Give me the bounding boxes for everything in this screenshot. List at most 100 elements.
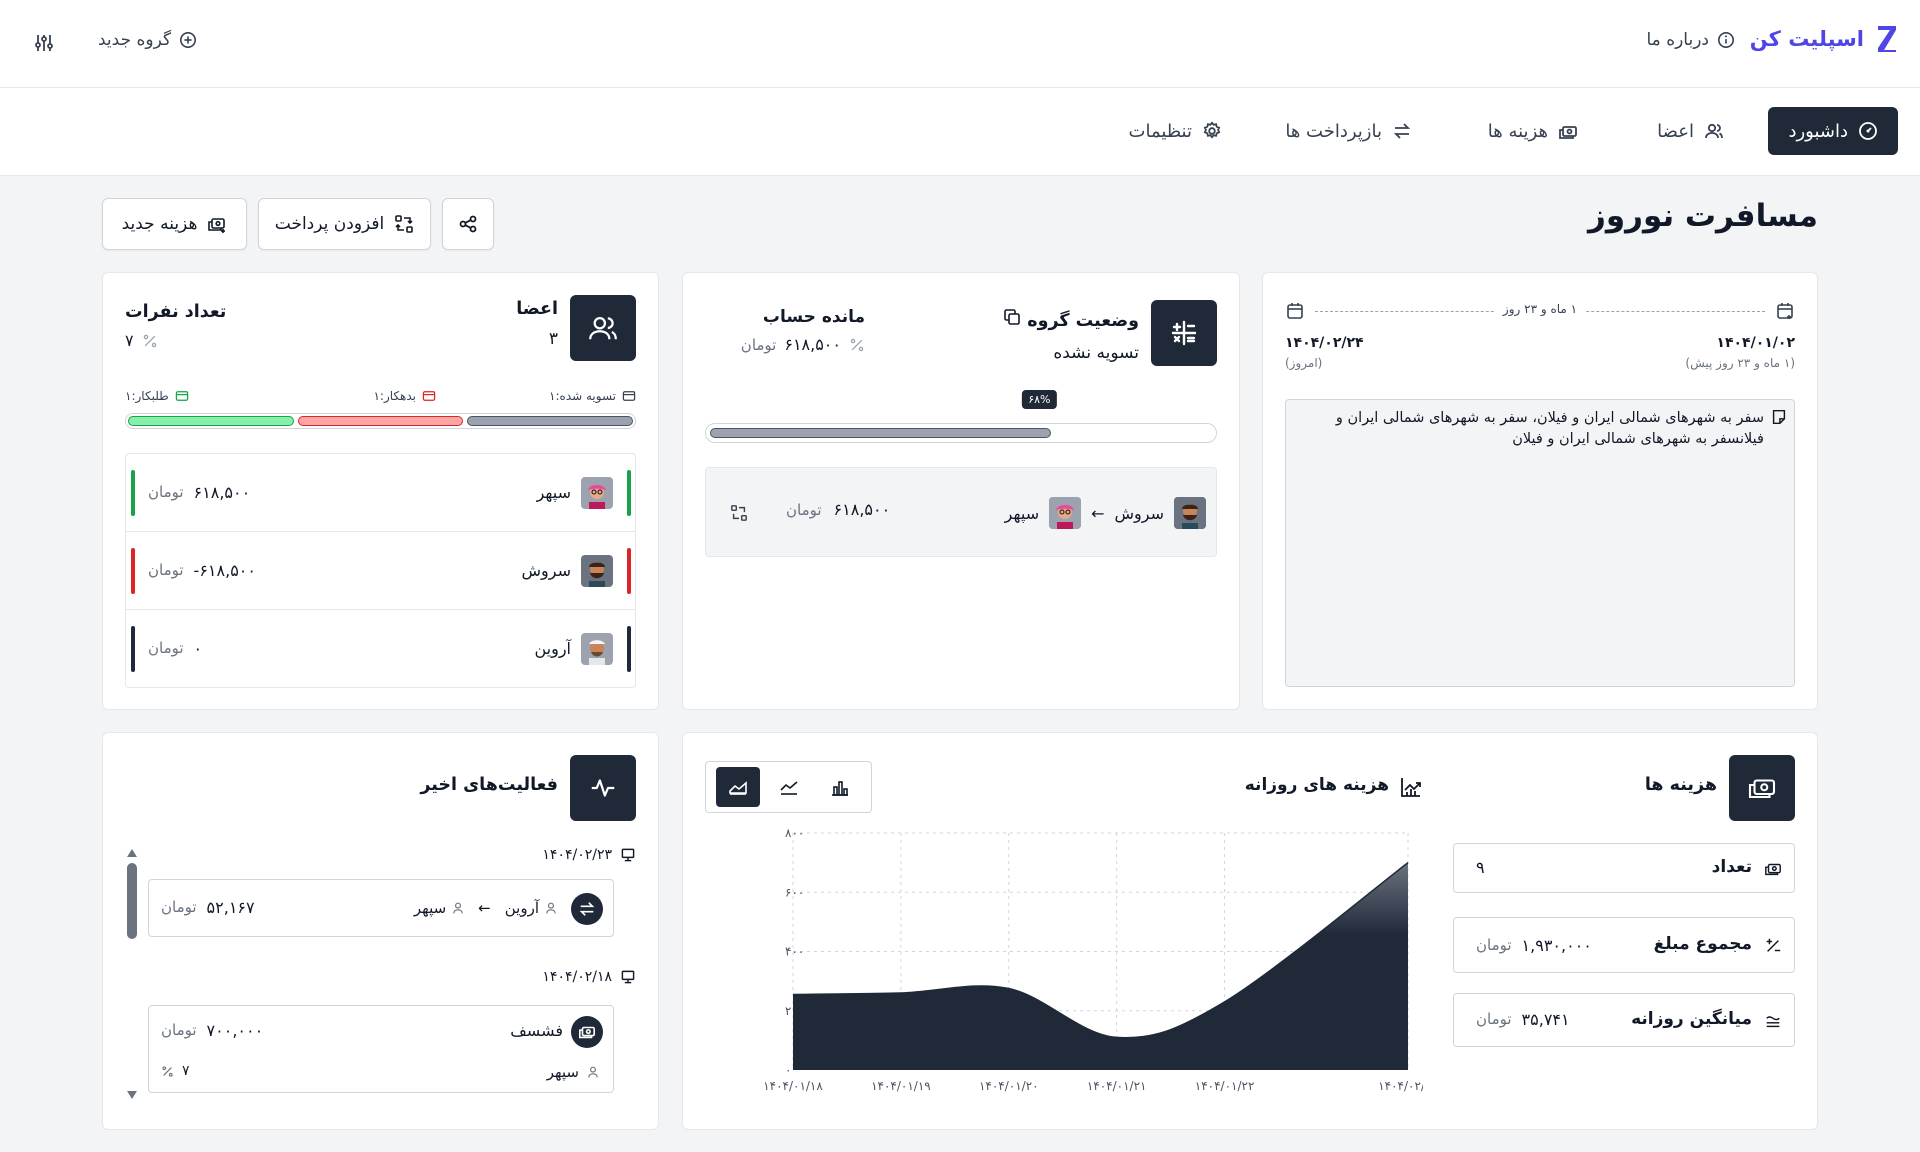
share-icon (459, 215, 477, 233)
scroll-thumb[interactable] (127, 863, 137, 939)
member-amount: -۶۱۸,۵۰۰ (193, 561, 256, 580)
activity-amount: ۵۲,۱۶۷ (206, 898, 255, 917)
add-payment-button[interactable]: افزودن پرداخت (258, 198, 431, 250)
settle-progress-bar: ۶۸% (705, 390, 1217, 443)
approx-icon (1766, 1016, 1780, 1028)
creditor-legend: طلبکار:۱ (125, 389, 189, 403)
count-label: تعداد (1711, 857, 1752, 877)
add-payment-label: افزودن پرداخت (274, 214, 385, 234)
tab-expenses[interactable]: هزینه ها (1468, 107, 1598, 155)
member-list: سپهر تومان ۶۱۸,۵۰۰ سروش تومان -۶۱۸,۵۰۰ آ… (125, 453, 636, 688)
repayment-badge (571, 893, 603, 925)
scroll-down-arrow[interactable] (127, 1091, 137, 1099)
expenses-title: هزینه ها (1644, 775, 1717, 795)
settle-transfer-icon[interactable] (730, 504, 748, 522)
member-status-bar-left (131, 470, 135, 516)
about-link[interactable]: درباره ما (1647, 30, 1736, 50)
expenses-card: هزینه ها تعداد ۹ مجموع مبلغ تومان ۱,۹۳۰,… (682, 732, 1818, 1130)
user-icon (546, 902, 556, 914)
activity-payer: سپهر (546, 1063, 579, 1081)
new-expense-button[interactable]: هزینه جدید (102, 198, 247, 250)
member-currency: تومان (148, 483, 184, 501)
filter-settings-button[interactable] (34, 33, 54, 57)
activity-item[interactable]: آروین ← سپهر تومان ۵۲,۱۶۷ (148, 879, 614, 937)
member-status-bar-left (131, 548, 135, 594)
settled-segment (467, 416, 633, 426)
activity-item[interactable]: فشسف تومان ۷۰۰,۰۰۰ سپهر ۷ (148, 1005, 614, 1093)
debtor-segment (297, 416, 464, 426)
list-item[interactable]: سروش تومان -۶۱۸,۵۰۰ (126, 532, 635, 610)
cash-tile-icon (1748, 779, 1776, 799)
avatar-to (1049, 497, 1082, 529)
creditor-segment (127, 416, 294, 426)
creditor-count: طلبکار:۱ (125, 389, 169, 403)
share-button[interactable] (442, 198, 494, 250)
member-name: سپهر (536, 483, 571, 502)
activity-currency: تومان (161, 898, 197, 916)
member-status-bar (627, 626, 631, 672)
total-label: مجموع مبلغ (1653, 934, 1752, 954)
activity-tile (570, 755, 636, 821)
expenses-tile (1729, 755, 1795, 821)
list-item[interactable]: آروین تومان ۰ (126, 610, 635, 687)
logo-icon (1878, 26, 1896, 52)
status-label: وضعیت گروه (1027, 311, 1139, 331)
activity-card: فعالیت‌های اخیر ۱۴۰۴/۰۲/۲۳ آروین ← سپهر … (102, 732, 659, 1130)
settlement-currency: تومان (786, 500, 822, 519)
brand-name: اسپلیت کن (1749, 27, 1864, 51)
settlement-from: سروش (1114, 503, 1165, 523)
tab-dashboard[interactable]: داشبورد (1768, 107, 1898, 155)
chart-type-area[interactable] (715, 767, 760, 807)
activity-date: ۱۴۰۴/۰۲/۲۳ (542, 847, 636, 863)
member-amount: ۶۱۸,۵۰۰ (193, 483, 251, 502)
users-tile-icon (589, 316, 617, 340)
page-title: مسافرت نوروز (1588, 198, 1818, 234)
start-date-block: ۱۴۰۴/۰۱/۰۲ (۱ ماه و ۲۳ روز پیش) (1685, 335, 1795, 370)
copy-icon[interactable] (1002, 307, 1022, 327)
about-label: درباره ما (1646, 30, 1710, 50)
percent-icon (850, 338, 864, 351)
y-tick-label: ۸۰۰ (785, 826, 804, 840)
settled-count: تسویه شده:۱ (549, 389, 616, 403)
avatar-from (1174, 497, 1206, 529)
x-tick-label: ۱۴۰۴/۰۱/۲۱ (1087, 1079, 1147, 1093)
transfer-icon (395, 215, 414, 233)
activity-scrollbar[interactable] (127, 849, 137, 1099)
chart-type-line[interactable] (767, 767, 811, 807)
activity-date-text: ۱۴۰۴/۰۲/۱۸ (542, 969, 612, 985)
calendar-icon (1777, 303, 1793, 319)
cash-icon (1559, 126, 1577, 139)
tab-repayments[interactable]: بازپرداخت ها (1265, 107, 1432, 155)
switch-arrows-icon (579, 902, 595, 916)
trip-duration: ۱ ماه و ۲۳ روز (1494, 302, 1586, 316)
balance-label: مانده حساب (762, 307, 865, 327)
balance-block: مانده حساب ۶۱۸,۵۰۰ تومان (705, 307, 865, 354)
total-value: ۱,۹۳۰,۰۰۰ (1521, 936, 1592, 955)
people-label: تعداد نفرات (125, 302, 227, 322)
avatar (581, 477, 613, 509)
settlement-row[interactable]: سروش ← سپهر ۶۱۸,۵۰۰ تومان (705, 467, 1217, 557)
tab-expenses-label: هزینه ها (1487, 120, 1548, 142)
balance-value: ۶۱۸,۵۰۰ (784, 335, 841, 354)
card-plus-icon (175, 391, 188, 401)
scroll-up-arrow[interactable] (127, 849, 137, 857)
avg-label: میانگین روزانه (1631, 1009, 1752, 1029)
activity-currency: تومان (161, 1021, 197, 1039)
x-tick-label: ۱۴۰۴/۰۱/۱۸ (763, 1079, 823, 1093)
member-status-bar (627, 470, 631, 516)
members-tile (570, 295, 636, 361)
brand[interactable]: اسپلیت کن (1750, 24, 1898, 54)
y-tick-label: ۶۰۰ (785, 885, 804, 899)
list-item[interactable]: سپهر تومان ۶۱۸,۵۰۰ (126, 454, 635, 532)
y-tick-label: ۰ (785, 1063, 791, 1077)
member-name: سروش (521, 561, 572, 580)
x-tick-label: ۱۴۰۴/۰۲/۱۸ (1378, 1079, 1423, 1093)
trip-description-box[interactable]: سفر به شهرهای شمالی ایران و فیلان، سفر ب… (1285, 399, 1795, 687)
chart-type-bar[interactable] (818, 767, 862, 807)
tab-members[interactable]: اعضا (1637, 107, 1744, 155)
start-date: ۱۴۰۴/۰۱/۰۲ (1716, 335, 1795, 351)
user-icon (588, 1066, 598, 1078)
new-group-button[interactable]: گروه جدید (98, 30, 197, 50)
x-tick-label: ۱۴۰۴/۰۱/۲۲ (1195, 1079, 1255, 1093)
tab-settings[interactable]: تنظیمات (1109, 107, 1242, 155)
